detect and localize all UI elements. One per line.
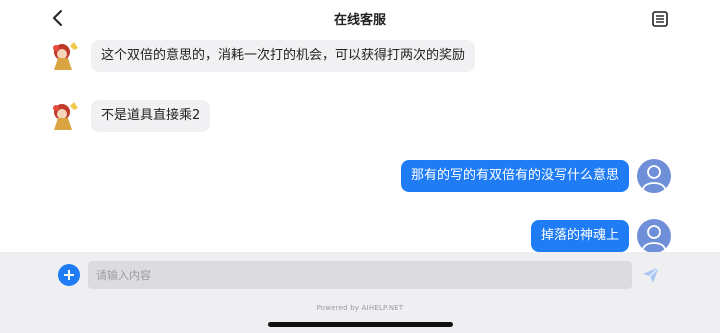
page-title: 在线客服: [333, 13, 386, 28]
agent-message: 这个双倍的意思的，消耗一次打的机会，可以获得打两次的奖励: [91, 40, 476, 72]
powered-by-label: Powered by AIHELP.NET: [316, 304, 404, 312]
header-bar: 在线客服: [0, 0, 720, 38]
agent-avatar: [53, 42, 78, 70]
menu-button[interactable]: [648, 7, 672, 31]
agent-avatar: [53, 102, 78, 130]
user-avatar: [637, 159, 671, 193]
document-list-icon: [652, 11, 668, 27]
send-icon: [643, 266, 660, 283]
user-message: 那有的写的有双倍有的没写什么意思: [400, 160, 629, 192]
composer-bar: Powered by AIHELP.NET: [0, 252, 720, 333]
user-message: 掉落的神魂上: [530, 220, 629, 252]
agent-message: 不是道具直接乘2: [91, 100, 211, 132]
chat-area[interactable]: 这个双倍的意思的，消耗一次打的机会，可以获得打两次的奖励 不是道具直接乘2 那有…: [0, 38, 720, 253]
home-indicator[interactable]: [268, 322, 453, 327]
person-icon: [642, 165, 666, 190]
message-input[interactable]: [88, 261, 632, 289]
plus-circle-icon: [64, 270, 74, 280]
add-attachment-button[interactable]: [58, 264, 80, 286]
person-icon: [642, 225, 666, 250]
send-button[interactable]: [640, 264, 662, 286]
user-avatar: [637, 219, 671, 253]
